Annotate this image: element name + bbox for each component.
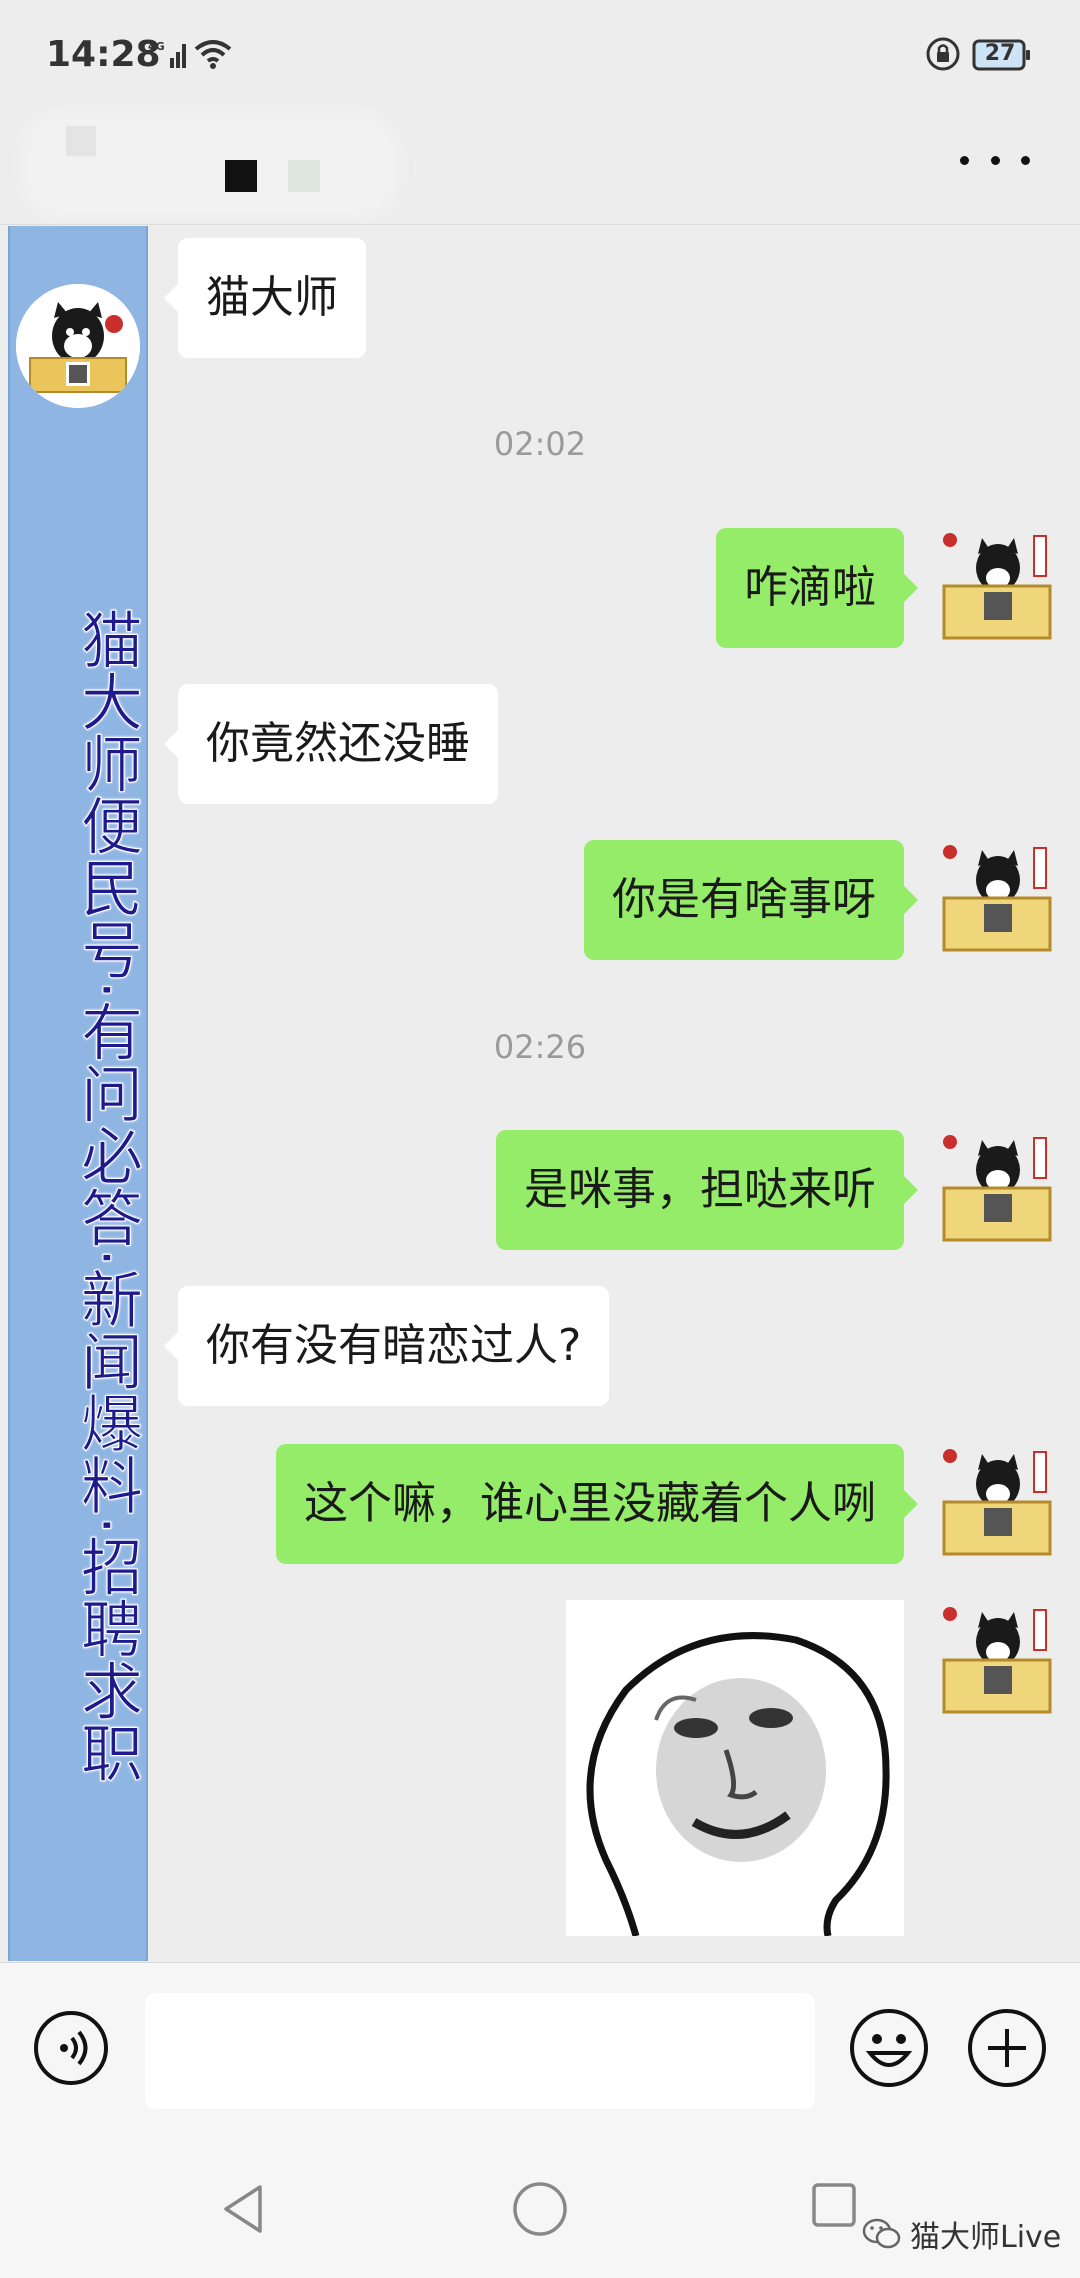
message-bubble-in[interactable]: 你有没有暗恋过人?: [163, 1286, 610, 1406]
user-avatar[interactable]: [938, 1600, 1056, 1718]
watermark-text: 猫大师Live: [910, 2220, 1062, 2255]
more-button[interactable]: [960, 140, 1030, 180]
network-label: 4G: [148, 40, 165, 53]
header-divider: [0, 224, 1080, 225]
more-dots-icon: [1021, 155, 1030, 165]
timestamp: 02:02: [493, 425, 587, 463]
status-time: 14:28: [46, 34, 161, 75]
banner-text: 猫大师便民号·有问必答·新闻爆料·招聘求职: [70, 608, 144, 1784]
message-input[interactable]: [145, 1993, 815, 2109]
redacted-title-mark: [66, 126, 96, 156]
sticker-message[interactable]: [566, 1600, 904, 1937]
timestamp: 02:26: [493, 1028, 587, 1066]
system-nav-bar: 猫大师Live: [0, 2137, 1080, 2278]
chat-screen: 14:28 4G 27 猫大师便民号·有问必答·新闻爆料·招聘求职 猫大师 02…: [0, 0, 1080, 2278]
input-bar: [0, 1962, 1080, 2138]
more-dots-icon: [990, 155, 1000, 165]
user-avatar[interactable]: [938, 838, 1056, 956]
message-bubble-in[interactable]: 猫大师: [164, 238, 366, 358]
battery-level: 27: [984, 41, 1016, 66]
wifi-icon: [194, 40, 232, 69]
message-bubble-out[interactable]: 你是有啥事呀: [584, 840, 918, 960]
rotation-lock-icon: [926, 37, 960, 71]
meme-face-sticker: [566, 1600, 904, 1937]
message-bubble-out[interactable]: 这个嘛，谁心里没藏着个人咧: [276, 1444, 918, 1564]
more-dots-icon: [960, 155, 969, 165]
banner-avatar: [16, 284, 140, 408]
home-icon[interactable]: [512, 2181, 568, 2237]
recents-icon[interactable]: [810, 2181, 858, 2229]
emoji-icon[interactable]: [848, 2007, 930, 2089]
wechat-icon: [862, 2218, 901, 2249]
signal-icon: 4G: [148, 40, 186, 68]
status-bar: 14:28 4G 27: [0, 0, 1080, 110]
user-avatar[interactable]: [938, 1128, 1056, 1246]
user-avatar[interactable]: [938, 526, 1056, 644]
chat-header: [0, 110, 1080, 225]
user-avatar[interactable]: [938, 1442, 1056, 1560]
redacted-title-block: [225, 160, 257, 192]
message-bubble-out[interactable]: 是咪事，担哒来听: [496, 1130, 918, 1250]
side-banner: 猫大师便民号·有问必答·新闻爆料·招聘求职: [8, 226, 148, 1961]
message-bubble-in[interactable]: 你竟然还没睡: [164, 684, 498, 804]
message-bubble-out[interactable]: 咋滴啦: [716, 528, 918, 648]
cat-mascot-icon: [16, 284, 140, 408]
watermark: 猫大师Live: [862, 2209, 1061, 2259]
redacted-title-block: [288, 160, 320, 192]
plus-icon[interactable]: [966, 2007, 1048, 2089]
back-icon[interactable]: [218, 2181, 270, 2237]
voice-icon[interactable]: [32, 2009, 110, 2087]
